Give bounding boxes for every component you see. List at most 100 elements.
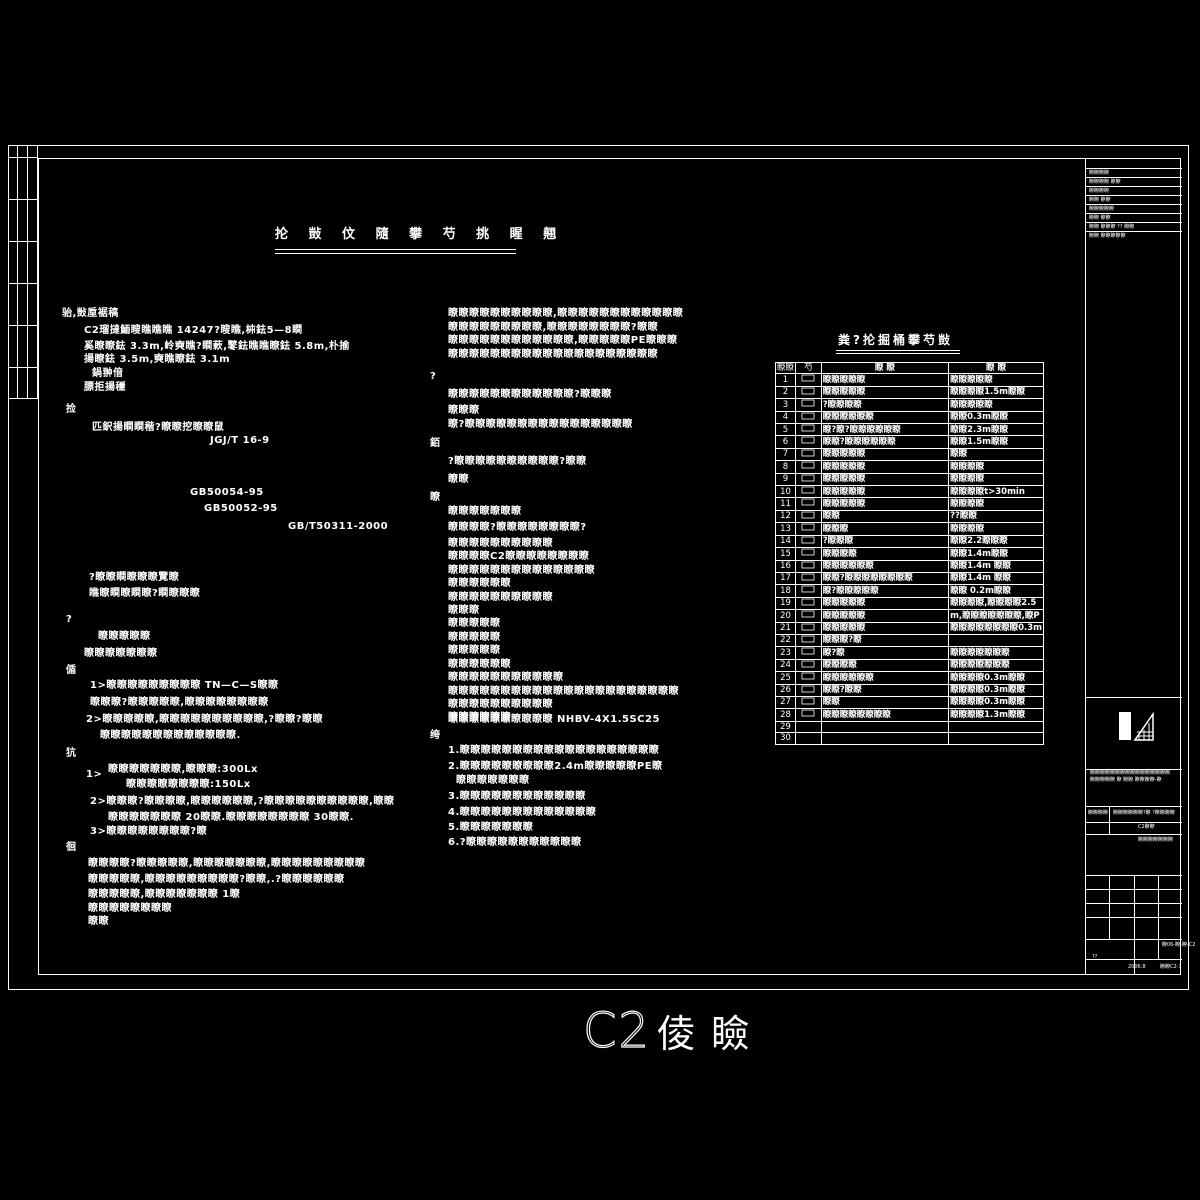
project-name: 瞭瞭瞭瞭瞭瞭?瞭 ?瞭瞭瞭瞭: [1113, 810, 1175, 816]
mid-note-line: 4.瞭瞭瞭瞭瞭瞭瞭瞭瞭瞭瞭瞭瞭: [448, 807, 597, 818]
legend-num: 20: [774, 609, 797, 623]
left-note-line: 瞭瞭瞭瞭瞭瞭瞭,瞭瞭瞭:300Lx: [108, 764, 258, 775]
legend-desc: 瞭瞭瞭瞭瞭: [820, 596, 950, 611]
legend-row: 3 ?瞭瞭瞭瞭 瞭瞭瞭瞭瞭: [774, 398, 1044, 412]
left-note-line: 瞭瞭瞭瞭?瞭瞭瞭瞭瞭,瞭瞭瞭瞭瞭瞭瞭,瞭瞭瞭瞭瞭瞭瞭瞭瞭: [88, 858, 366, 869]
company-logo: [1119, 711, 1154, 741]
legend-desc: 瞭瞭瞭瞭瞭: [820, 621, 950, 635]
legend-num: 11: [774, 497, 797, 511]
company-sub: 瞭瞭瞭瞭瞭 瞭 瞭瞭 瞭瞭瞭瞭-瞭: [1090, 777, 1162, 783]
legend-symbol-icon: [795, 683, 822, 697]
mid-note-line: 5.瞭瞭瞭瞭瞭瞭瞭: [448, 822, 534, 833]
mid-note-line: 瞭瞭瞭瞭瞭: [448, 632, 501, 643]
project-label: 瞭瞭瞭瞭: [1088, 810, 1109, 816]
legend-num: 6: [774, 435, 797, 449]
legend-row: 14 ?瞭瞭瞭 瞭瞭2.2瞭瞭瞭: [774, 534, 1044, 549]
legend-desc: 瞭瞭瞭瞭瞭瞭: [820, 410, 950, 425]
mid-note-line: 瞭瞭瞭: [448, 605, 480, 616]
legend-desc: 瞭瞭: [820, 509, 950, 524]
mid-note-line: 瞭瞭瞭瞭瞭瞭瞭: [456, 775, 530, 786]
title-block-field: 瞭瞭 瞭瞭: [1089, 215, 1111, 221]
mid-note-line: 瞭瞭瞭瞭C2瞭瞭瞭瞭瞭瞭瞭瞭: [448, 551, 590, 562]
left-note-line: ?瞭瞭瞷瞭瞭瞭覽瞭: [89, 572, 180, 583]
left-note-line: 瞭瞭瞭?瞭瞭瞭瞭瞭,瞭瞭瞭瞭瞭瞭瞭瞭: [90, 697, 269, 708]
sheet-name: 瞭瞭瞭瞭瞭瞭瞭: [1138, 837, 1174, 843]
legend-num: 3: [774, 398, 797, 412]
legend-row: 30: [774, 732, 1044, 745]
legend-symbol-icon: [795, 460, 822, 474]
mid-note-line: 瞭瞭瞭瞭瞭瞭瞭瞭瞭瞭: [448, 699, 553, 710]
legend-desc: 瞭瞭瞭: [820, 522, 950, 536]
legend-remark: 瞭瞭瞭瞭瞭瞭瞭: [948, 658, 1044, 673]
legend-row: 2 瞭瞭瞭瞭瞭 瞭瞭瞭瞭1.5m瞭瞭: [774, 385, 1044, 400]
mid-note-line: 瞭瞭: [448, 474, 469, 485]
legend-desc: 瞭瞭瞭瞭: [820, 547, 950, 561]
mid-note-line: 瞭?瞭瞭瞭瞭瞭瞭瞭瞭瞭瞭瞭瞭瞭瞭瞭瞭: [448, 419, 633, 430]
legend-desc: [820, 732, 950, 745]
legend-symbol-icon: [795, 609, 822, 623]
legend-title-underline: [836, 350, 960, 351]
legend-symbol-icon: [795, 522, 822, 536]
title-block-field: 瞭瞭瞭瞭: [1089, 170, 1110, 176]
legend-row: 24 瞭瞭瞭瞭 瞭瞭瞭瞭瞭瞭瞭: [774, 658, 1044, 673]
legend-remark: 瞭瞭瞭瞭0.3m瞭瞭: [948, 683, 1044, 697]
legend-symbol-icon: [795, 547, 822, 561]
legend-num: 2: [774, 385, 797, 400]
legend-row: 19 瞭瞭瞭瞭瞭 瞭瞭瞭瞭,瞭瞭瞭瞭2.5: [774, 596, 1044, 611]
legend-desc: 瞭瞭瞭瞭瞭: [820, 485, 950, 499]
legend-table: 瞭瞭 芍 瞭 瞭 瞭 瞭 1 瞭瞭瞭瞭瞭 瞭瞭瞭瞭瞭 2 瞭瞭瞭瞭瞭 瞭瞭瞭瞭1.5m瞭瞭…: [774, 361, 1044, 745]
legend-symbol-icon: [795, 398, 822, 412]
mid-note-line: 瞭瞭瞭瞭瞭瞭瞭瞭瞭瞭: [448, 592, 553, 603]
legend-remark: 瞭瞭瞭瞭0.3m瞭瞭: [948, 695, 1044, 710]
legend-symbol-icon: [795, 559, 822, 573]
legend-desc: 瞭瞭瞭瞭瞭: [820, 385, 950, 400]
legend-num: 9: [774, 472, 797, 487]
left-note-line: 瞧瞭瞷瞭瞷瞭?瞷瞭瞭瞭: [89, 588, 201, 599]
legend-symbol-icon: [795, 658, 822, 673]
scale-value: ??: [1092, 954, 1098, 960]
legend-desc: 瞭瞭瞭瞭瞭: [820, 373, 950, 387]
legend-symbol-icon: [795, 472, 822, 487]
legend-desc: 瞭瞭瞭瞭瞭: [820, 497, 950, 511]
left-note-line: 2>瞭瞭瞭?瞭瞭瞭瞭,瞭瞭瞭瞭瞭瞭,?瞭瞭瞭瞭瞭瞭瞭瞭瞭瞭,瞭瞭: [90, 796, 395, 807]
legend-symbol-icon: [795, 695, 822, 710]
legend-row: 22 瞭瞭瞭?瞭: [774, 633, 1044, 648]
legend-num: 18: [774, 584, 797, 598]
legend-desc: 瞭瞭瞭瞭: [820, 658, 950, 673]
mid-note-line: 銆: [430, 438, 441, 449]
mid-note-line: 瞭瞭瞭瞭瞭瞭瞭瞭瞭瞭瞭瞭瞭瞭瞭瞭瞭瞭瞭瞭瞭瞭: [448, 686, 679, 697]
legend-remark: 瞭瞭瞭瞭: [948, 497, 1044, 511]
legend-symbol-icon: [795, 410, 822, 425]
legend-remark: [948, 720, 1044, 734]
mid-note-line: 1.瞭瞭瞭瞭瞭瞭瞭瞭瞭瞭瞭瞭瞭瞭瞭瞭瞭瞭瞭: [448, 745, 660, 756]
legend-desc: 瞭瞭: [820, 695, 950, 710]
legend-symbol-icon: [795, 373, 822, 387]
legend-row: 17 瞭瞭?瞭瞭瞭瞭瞭瞭瞭瞭 瞭瞭1.4m 瞭瞭: [774, 571, 1044, 586]
title-block-field: 瞭瞭 瞭瞭瞭 ?? 瞭瞭: [1089, 224, 1135, 230]
legend-remark: [948, 633, 1044, 648]
legend-num: 22: [774, 633, 797, 648]
legend-header-row: 瞭瞭 芍 瞭 瞭 瞭 瞭: [774, 361, 1044, 375]
legend-symbol-icon: [795, 646, 822, 660]
legend-desc: 瞭瞭瞭瞭瞭瞭: [820, 559, 950, 573]
building-name: C2瞭瞭: [1138, 824, 1155, 830]
legend-num: 28: [774, 708, 797, 722]
legend-row: 9 瞭瞭瞭瞭瞭 瞭瞭瞭瞭: [774, 472, 1044, 487]
title-underline: [275, 249, 516, 250]
legend-symbol-icon: [795, 720, 822, 734]
mid-note-line: 瞭瞭瞭瞭瞭瞭瞭瞭瞭,瞭瞭瞭瞭瞭瞭瞭瞭?瞭瞭: [448, 322, 659, 333]
legend-remark: 瞭瞭0.3m瞭瞭: [948, 410, 1044, 425]
legend-num: 29: [774, 720, 797, 734]
left-note-line: 1>瞭瞭瞭瞭瞭瞭瞭瞭瞭 TN—C—S瞭瞭: [90, 680, 279, 691]
title-block-field: 瞭瞭 瞭瞭: [1089, 197, 1111, 203]
legend-symbol-icon: [795, 633, 822, 648]
left-note-line: 偱: [66, 665, 77, 676]
legend-desc: 瞭瞭瞭瞭瞭瞭瞭瞭: [820, 708, 950, 722]
legend-row: 4 瞭瞭瞭瞭瞭瞭 瞭瞭0.3m瞭瞭: [774, 410, 1044, 425]
legend-num: 13: [774, 522, 797, 536]
legend-desc: ?瞭瞭瞭瞭: [820, 398, 950, 412]
legend-remark: 瞭瞭 0.2m瞭瞭: [948, 584, 1044, 598]
legend-remark: ??瞭瞭: [948, 509, 1044, 524]
left-note-line: 骀,敱垕裾稿: [62, 308, 119, 319]
legend-symbol-icon: [795, 435, 822, 449]
